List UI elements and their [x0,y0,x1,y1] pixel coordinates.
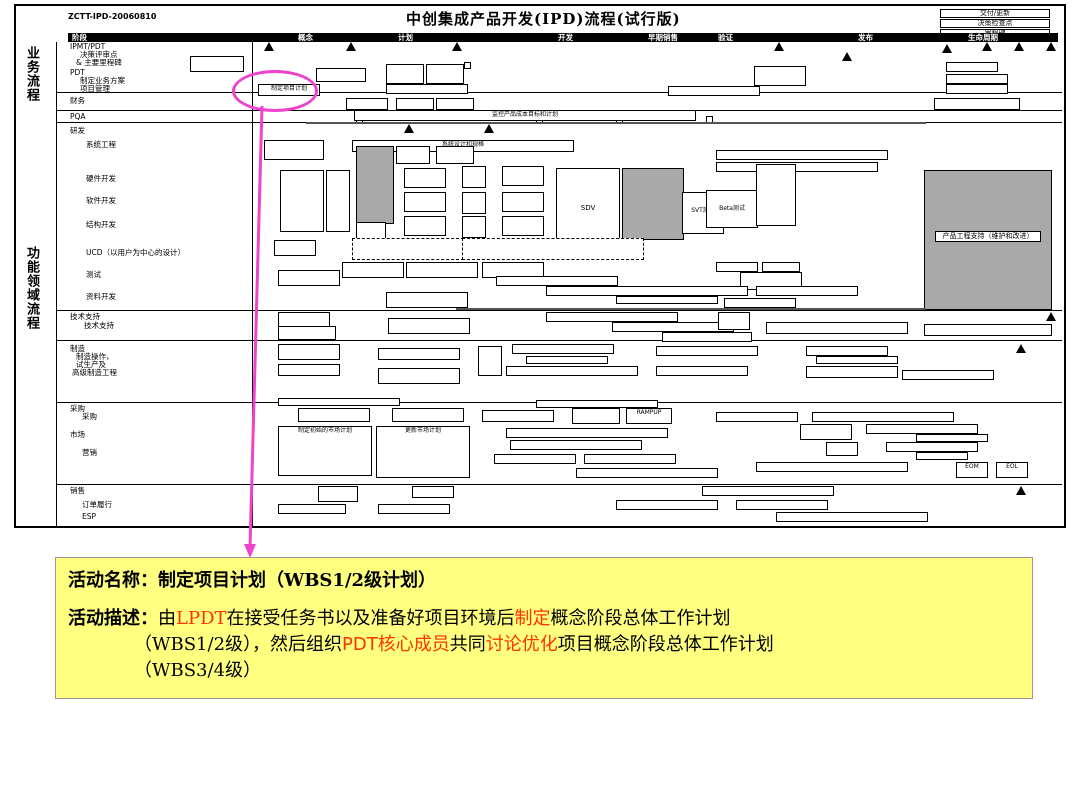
activity-name-label: 活动名称： [68,570,158,591]
activity-desc-label: 活动描述： [68,608,158,629]
desc-highlight-make: 制定 [514,608,551,629]
activity-description-panel: 活动名称：制定项目计划（WBS1/2级计划） 活动描述：由LPDT在接受任务书以… [55,557,1033,699]
desc-p3: 概念阶段总体工作计划 [550,608,731,629]
desc-highlight-discuss: 讨论优化 [485,634,558,655]
activity-description: 活动描述：由LPDT在接受任务书以及准备好项目环境后制定概念阶段总体工作计划 （… [68,606,1022,684]
activity-name-value: 制定项目计划（ [158,570,284,591]
desc-p4: （WBS1/2级），然后组织 [134,634,343,655]
desc-pdt-core: PDT核心成员 [342,634,450,655]
desc-lpdt: LPDT [176,608,227,629]
desc-p1: 由 [158,608,176,629]
desc-p2: 在接受任务书以及准备好项目环境后 [226,608,515,629]
activity-name: 活动名称：制定项目计划（WBS1/2级计划） [68,566,1022,592]
activity-name-wbs: WBS1/2 [284,570,365,591]
desc-line-2: （WBS1/2级），然后组织PDT核心成员共同讨论优化项目概念阶段总体工作计划 [68,632,1022,658]
desc-p5: 共同 [449,634,486,655]
desc-p6: 项目概念阶段总体工作计划 [557,634,774,655]
activity-name-tail: 级计划） [364,570,437,591]
desc-line-3: （WBS3/4级） [134,660,262,681]
